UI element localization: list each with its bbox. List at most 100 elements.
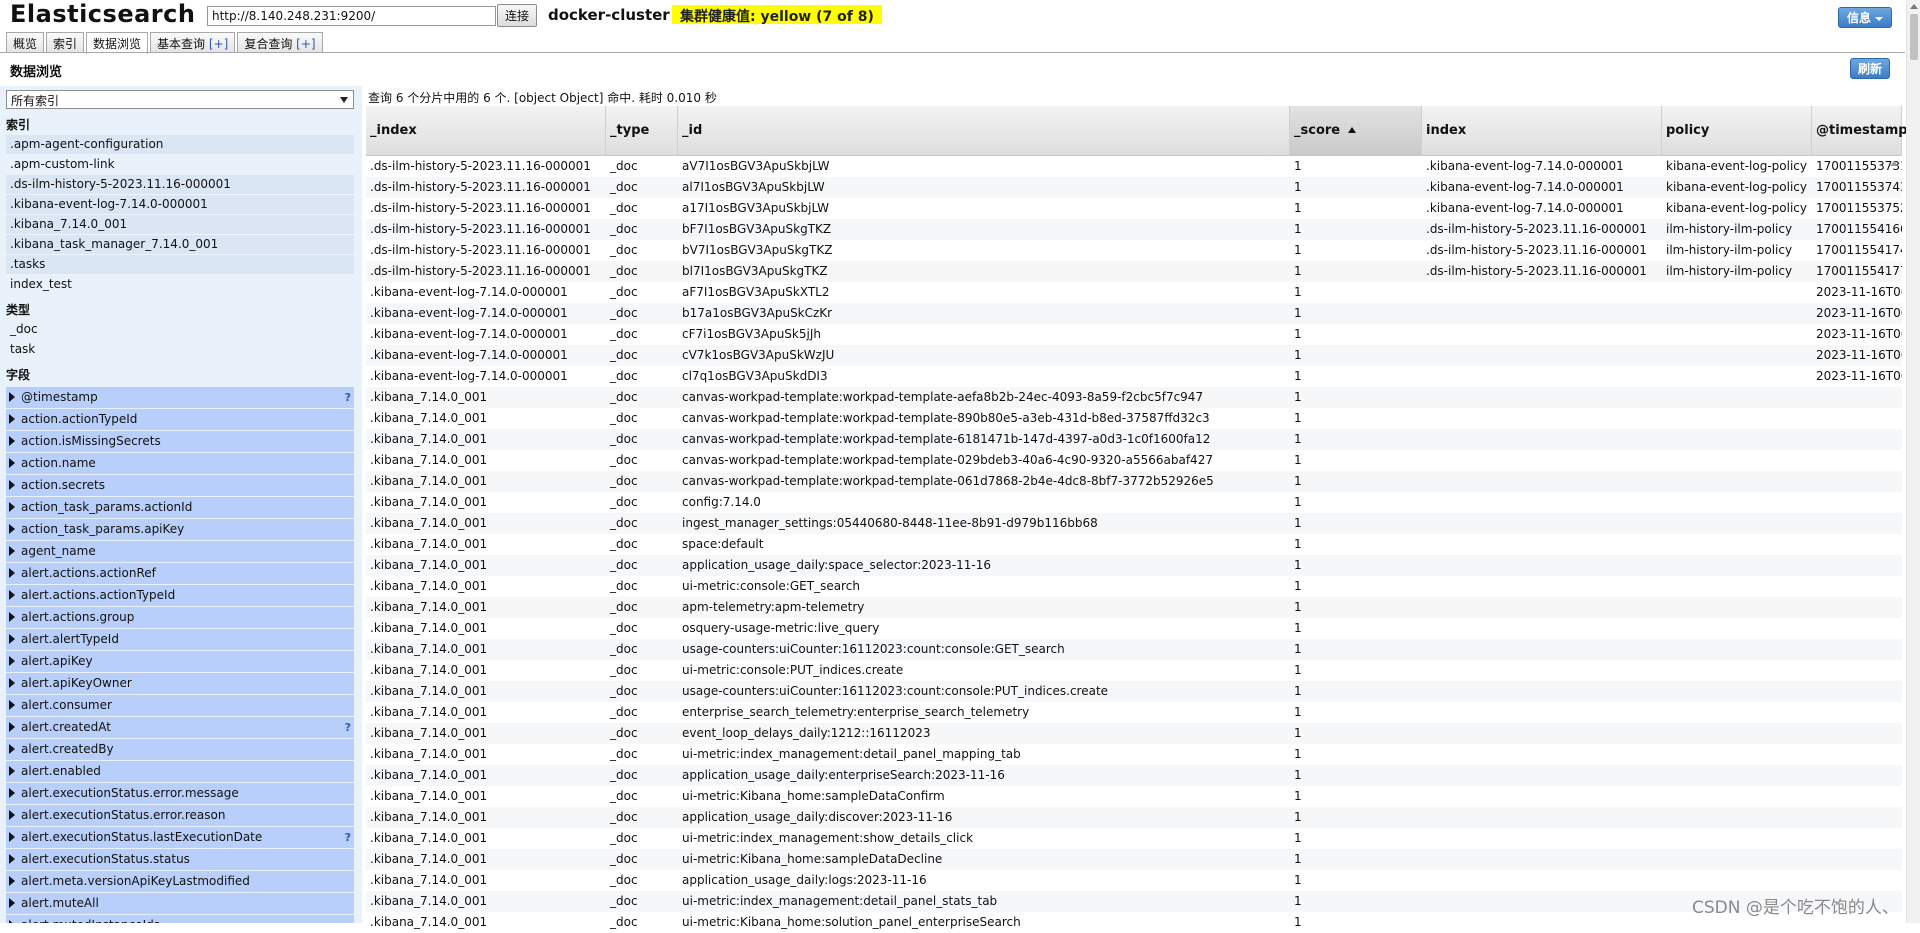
sidebar-field-item[interactable]: alert.executionStatus.status bbox=[6, 849, 354, 871]
refresh-button[interactable]: 刷新 bbox=[1850, 58, 1890, 79]
sidebar-field-item[interactable]: alert.mutedInstanceIds bbox=[6, 915, 354, 923]
sidebar-field-item[interactable]: action.isMissingSecrets bbox=[6, 431, 354, 453]
table-scroll-up-icon[interactable] bbox=[1890, 161, 1898, 166]
index-select[interactable]: 所有索引 bbox=[6, 90, 354, 109]
sidebar-field-item[interactable]: action_task_params.actionId bbox=[6, 497, 354, 519]
table-row[interactable]: .kibana_7.14.0_001 _doc application_usage_… bbox=[366, 807, 1902, 828]
sidebar-type-item[interactable]: _doc bbox=[6, 320, 354, 340]
column-header[interactable]: _index bbox=[366, 106, 606, 156]
expand-triangle-icon[interactable] bbox=[9, 678, 15, 688]
sidebar-type-item[interactable]: task bbox=[6, 340, 354, 360]
table-row[interactable]: .kibana_7.14.0_001 _doc canvas-workpad-tem… bbox=[366, 450, 1902, 471]
sidebar-field-item[interactable]: alert.apiKey bbox=[6, 651, 354, 673]
expand-triangle-icon[interactable] bbox=[9, 458, 15, 468]
cluster-url-input[interactable] bbox=[207, 6, 496, 26]
expand-triangle-icon[interactable] bbox=[9, 832, 15, 842]
sidebar-index-item[interactable]: index_test bbox=[6, 275, 354, 295]
table-row[interactable]: .kibana_7.14.0_001 _doc apm-telemetry:apm-… bbox=[366, 597, 1902, 618]
sidebar-field-item[interactable]: agent_name bbox=[6, 541, 354, 563]
expand-triangle-icon[interactable] bbox=[9, 700, 15, 710]
table-row[interactable]: .kibana_7.14.0_001 _doc ui-metric:Kibana_h… bbox=[366, 786, 1902, 807]
sidebar-field-item[interactable]: alert.apiKeyOwner bbox=[6, 673, 354, 695]
table-row[interactable]: .kibana_7.14.0_001 _doc osquery-usage-metr… bbox=[366, 618, 1902, 639]
expand-triangle-icon[interactable] bbox=[9, 876, 15, 886]
expand-triangle-icon[interactable] bbox=[9, 414, 15, 424]
table-row[interactable]: .kibana_7.14.0_001 _doc canvas-workpad-tem… bbox=[366, 408, 1902, 429]
sidebar-index-item[interactable]: .kibana_task_manager_7.14.0_001 bbox=[6, 235, 354, 255]
table-row[interactable]: .kibana_7.14.0_001 _doc ui-metric:index_ma… bbox=[366, 744, 1902, 765]
table-row[interactable]: .kibana_7.14.0_001 _doc canvas-workpad-tem… bbox=[366, 429, 1902, 450]
table-row[interactable]: .kibana_7.14.0_001 _doc space:default 1 bbox=[366, 534, 1902, 555]
table-row[interactable]: .kibana-event-log-7.14.0-000001 _doc cV7k1… bbox=[366, 345, 1902, 366]
table-row[interactable]: .kibana_7.14.0_001 _doc usage-counters:uiC… bbox=[366, 639, 1902, 660]
expand-triangle-icon[interactable] bbox=[9, 854, 15, 864]
table-row[interactable]: .kibana_7.14.0_001 _doc config:7.14.0 1 bbox=[366, 492, 1902, 513]
expand-triangle-icon[interactable] bbox=[9, 656, 15, 666]
sidebar-field-item[interactable]: alert.createdAt? bbox=[6, 717, 354, 739]
sidebar-field-item[interactable]: alert.consumer bbox=[6, 695, 354, 717]
table-row[interactable]: .ds-ilm-history-5-2023.11.16-000001 _doc a… bbox=[366, 177, 1902, 198]
expand-triangle-icon[interactable] bbox=[9, 788, 15, 798]
table-row[interactable]: .kibana-event-log-7.14.0-000001 _doc b17a1… bbox=[366, 303, 1902, 324]
expand-triangle-icon[interactable] bbox=[9, 568, 15, 578]
tab-compound-query-plus[interactable]: [+] bbox=[296, 37, 315, 51]
expand-triangle-icon[interactable] bbox=[9, 722, 15, 732]
sidebar-field-item[interactable]: action.secrets bbox=[6, 475, 354, 497]
table-row[interactable]: .kibana_7.14.0_001 _doc ingest_manager_set… bbox=[366, 513, 1902, 534]
table-row[interactable]: .ds-ilm-history-5-2023.11.16-000001 _doc b… bbox=[366, 219, 1902, 240]
table-row[interactable]: .kibana_7.14.0_001 _doc application_usage_… bbox=[366, 555, 1902, 576]
expand-triangle-icon[interactable] bbox=[9, 524, 15, 534]
expand-triangle-icon[interactable] bbox=[9, 898, 15, 908]
table-row[interactable]: .kibana_7.14.0_001 _doc ui-metric:Kibana_h… bbox=[366, 849, 1902, 870]
expand-triangle-icon[interactable] bbox=[9, 502, 15, 512]
table-row[interactable]: .kibana-event-log-7.14.0-000001 _doc aF7I1… bbox=[366, 282, 1902, 303]
sidebar-field-item[interactable]: alert.enabled bbox=[6, 761, 354, 783]
sidebar-field-item[interactable]: alert.alertTypeId bbox=[6, 629, 354, 651]
table-row[interactable]: .kibana_7.14.0_001 _doc ui-metric:index_ma… bbox=[366, 828, 1902, 849]
expand-triangle-icon[interactable] bbox=[9, 436, 15, 446]
expand-triangle-icon[interactable] bbox=[9, 634, 15, 644]
help-question-icon[interactable]: ? bbox=[345, 827, 351, 848]
sidebar-field-item[interactable]: @timestamp? bbox=[6, 387, 354, 409]
tab-compound-query[interactable]: 复合查询 [+] bbox=[237, 32, 323, 53]
sidebar-field-item[interactable]: alert.meta.versionApiKeyLastmodified bbox=[6, 871, 354, 893]
sidebar-field-item[interactable]: action.name bbox=[6, 453, 354, 475]
table-row[interactable]: .kibana_7.14.0_001 _doc application_usage_… bbox=[366, 765, 1902, 786]
table-row[interactable]: .kibana_7.14.0_001 _doc enterprise_search_… bbox=[366, 702, 1902, 723]
sidebar-index-item[interactable]: .kibana-event-log-7.14.0-000001 bbox=[6, 195, 354, 215]
expand-triangle-icon[interactable] bbox=[9, 766, 15, 776]
tab-basic-query[interactable]: 基本查询 [+] bbox=[150, 32, 236, 53]
sidebar-field-item[interactable]: alert.executionStatus.lastExecutionDate? bbox=[6, 827, 354, 849]
column-header[interactable]: @timestamp bbox=[1812, 106, 1908, 156]
table-row[interactable]: .kibana_7.14.0_001 _doc ui-metric:console:… bbox=[366, 660, 1902, 681]
sidebar-field-item[interactable]: alert.actions.group bbox=[6, 607, 354, 629]
tab-indices[interactable]: 索引 bbox=[46, 32, 85, 53]
column-header[interactable]: policy bbox=[1662, 106, 1812, 156]
info-dropdown-button[interactable]: 信息 bbox=[1838, 7, 1892, 28]
scroll-up-icon[interactable] bbox=[1910, 4, 1918, 9]
tab-data-browse[interactable]: 数据浏览 bbox=[86, 32, 149, 54]
sidebar-field-item[interactable]: alert.executionStatus.error.reason bbox=[6, 805, 354, 827]
page-scrollbar[interactable] bbox=[1906, 0, 1920, 923]
column-header[interactable]: _id bbox=[678, 106, 1290, 156]
sidebar-field-item[interactable]: alert.executionStatus.error.message bbox=[6, 783, 354, 805]
sidebar-field-item[interactable]: action_task_params.apiKey bbox=[6, 519, 354, 541]
column-header[interactable]: _type bbox=[606, 106, 678, 156]
sidebar-field-item[interactable]: alert.actions.actionRef bbox=[6, 563, 354, 585]
column-header[interactable]: index bbox=[1422, 106, 1662, 156]
table-row[interactable]: .ds-ilm-history-5-2023.11.16-000001 _doc b… bbox=[366, 240, 1902, 261]
sidebar-index-item[interactable]: .ds-ilm-history-5-2023.11.16-000001 bbox=[6, 175, 354, 195]
help-question-icon[interactable]: ? bbox=[345, 387, 351, 408]
sidebar-index-item[interactable]: .tasks bbox=[6, 255, 354, 275]
table-row[interactable]: .kibana_7.14.0_001 _doc canvas-workpad-tem… bbox=[366, 387, 1902, 408]
sidebar-index-item[interactable]: .kibana_7.14.0_001 bbox=[6, 215, 354, 235]
table-row[interactable]: .ds-ilm-history-5-2023.11.16-000001 _doc a… bbox=[366, 198, 1902, 219]
expand-triangle-icon[interactable] bbox=[9, 392, 15, 402]
sidebar-index-item[interactable]: .apm-agent-configuration bbox=[6, 135, 354, 155]
sidebar-field-item[interactable]: alert.createdBy bbox=[6, 739, 354, 761]
expand-triangle-icon[interactable] bbox=[9, 810, 15, 820]
tab-basic-query-plus[interactable]: [+] bbox=[209, 37, 228, 51]
scrollbar-thumb[interactable] bbox=[1910, 14, 1918, 60]
table-row[interactable]: .kibana_7.14.0_001 _doc application_usage_… bbox=[366, 870, 1902, 891]
sidebar-index-item[interactable]: .apm-custom-link bbox=[6, 155, 354, 175]
